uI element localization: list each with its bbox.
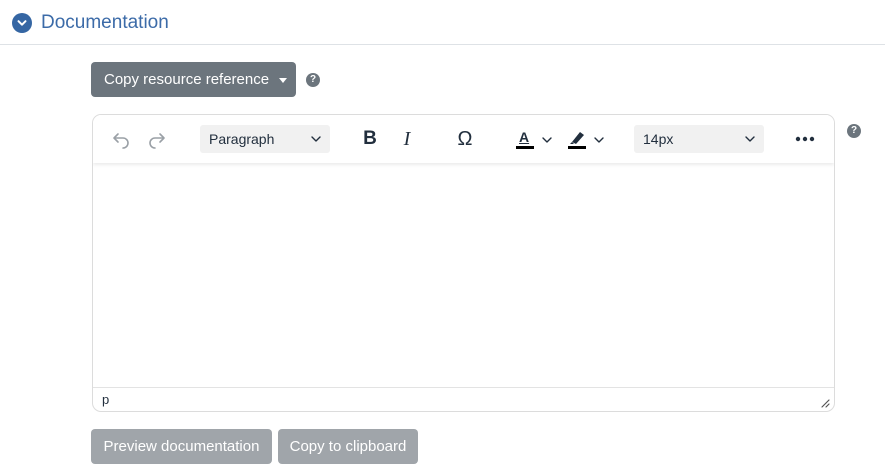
font-size-select[interactable]: 14px [634,125,764,153]
undo-icon[interactable] [109,127,133,151]
caret-down-icon [279,78,288,83]
highlight-color-button[interactable] [563,127,609,153]
block-format-select[interactable]: Paragraph [200,125,330,153]
section-title[interactable]: Documentation [41,11,169,35]
element-path[interactable]: p [102,392,109,407]
editor-content-area[interactable] [93,163,834,387]
copy-resource-reference-button[interactable]: Copy resource reference [91,62,296,97]
chevron-down-icon [745,136,755,142]
highlight-color-swatch [568,146,586,149]
editor-statusbar: p [93,387,834,411]
copy-to-clipboard-button[interactable]: Copy to clipboard [278,429,418,464]
editor-help-icon[interactable]: ? [847,124,861,138]
chevron-down-icon [311,136,321,142]
help-icon[interactable]: ? [306,73,320,87]
chevron-down-icon [542,137,552,143]
copy-resource-reference-label: Copy resource reference [104,71,270,88]
highlighter-icon [570,132,584,144]
text-color-letter: A [519,129,530,145]
redo-icon[interactable] [145,127,169,151]
block-format-value: Paragraph [209,131,275,147]
italic-button[interactable]: I [395,127,419,151]
documentation-panel: Documentation Copy resource reference ? … [0,0,885,475]
bold-button[interactable]: B [358,127,382,151]
text-color-swatch [516,146,534,149]
text-color-button[interactable]: A [511,127,557,153]
editor-toolbar: Paragraph B I Ω A 14px [93,115,834,163]
more-options-icon[interactable] [792,127,818,151]
chevron-down-icon [594,137,604,143]
resize-handle-icon[interactable] [820,398,830,408]
preview-documentation-button[interactable]: Preview documentation [91,429,272,464]
rich-text-editor: Paragraph B I Ω A 14px p [92,114,835,412]
chevron-down-icon[interactable] [12,13,32,33]
section-header[interactable]: Documentation [0,0,885,45]
special-character-button[interactable]: Ω [453,127,477,151]
font-size-value: 14px [643,131,674,147]
